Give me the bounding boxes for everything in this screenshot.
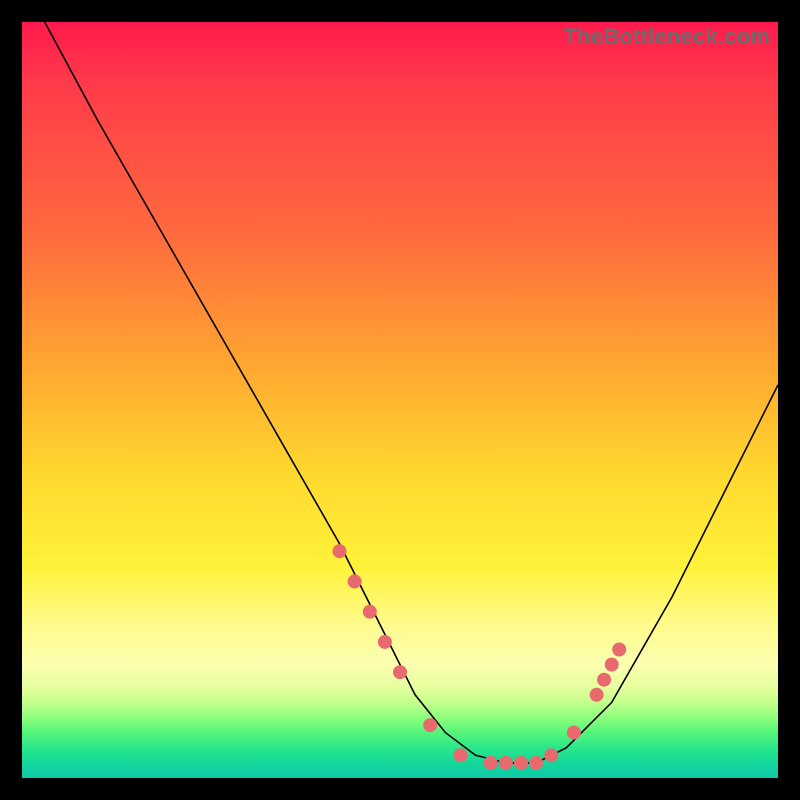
data-point [393,665,407,679]
data-point [567,726,581,740]
data-point [514,756,528,770]
curve-group [45,22,778,763]
data-point [605,658,619,672]
data-point [590,688,604,702]
bottleneck-curve [45,22,778,763]
chart-stage: TheBottleneck.com [0,0,800,800]
data-point [348,574,362,588]
data-point [363,605,377,619]
data-point [423,718,437,732]
data-point [454,748,468,762]
data-point [484,756,498,770]
data-point [544,748,558,762]
data-point [597,673,611,687]
chart-svg [22,22,778,778]
data-point [499,756,513,770]
data-point [612,643,626,657]
data-point [333,544,347,558]
dots-group [333,544,627,770]
data-point [378,635,392,649]
data-point [529,756,543,770]
plot-area: TheBottleneck.com [22,22,778,778]
